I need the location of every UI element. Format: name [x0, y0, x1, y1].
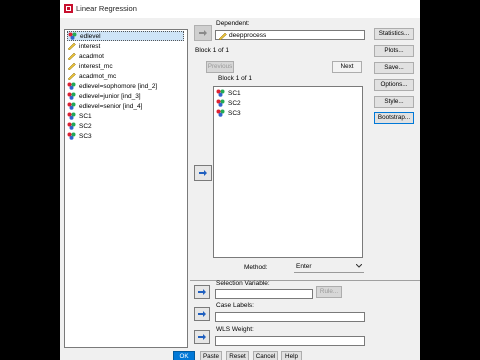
list-item[interactable]: SC3: [216, 108, 296, 118]
list-item-label: edlevel=senior [ind_4]: [79, 102, 143, 110]
list-item[interactable]: edlevel=senior [ind_4]: [67, 101, 184, 111]
scale-icon: [67, 42, 76, 50]
list-item[interactable]: interest: [67, 41, 184, 51]
reset-button[interactable]: Reset: [226, 351, 249, 360]
list-item-label: SC3: [79, 132, 92, 140]
right-arrow-icon: [199, 170, 207, 176]
independent-variables-list[interactable]: SC1 SC2 SC3: [213, 86, 363, 258]
move-to-case-labels-button[interactable]: [194, 307, 210, 321]
scale-icon: [67, 62, 76, 70]
list-item[interactable]: acadmot: [67, 51, 184, 61]
nominal-icon: [67, 112, 76, 120]
list-item-label: SC3: [228, 109, 241, 117]
list-item[interactable]: edlevel=sophomore [ind_2]: [67, 81, 184, 91]
list-item[interactable]: SC2: [67, 121, 184, 131]
scale-icon: [218, 32, 227, 40]
method-select[interactable]: Enter: [294, 261, 364, 273]
bootstrap-button[interactable]: Bootstrap...: [374, 112, 414, 124]
selection-variable-field[interactable]: [215, 289, 313, 299]
case-labels-field[interactable]: [215, 312, 365, 322]
scale-icon: [67, 72, 76, 80]
nominal-icon: [68, 32, 77, 40]
next-button[interactable]: Next: [332, 61, 362, 73]
ok-button[interactable]: OK: [173, 351, 195, 360]
nominal-icon: [67, 82, 76, 90]
move-to-dependent-button[interactable]: [194, 25, 212, 41]
nominal-icon: [67, 132, 76, 140]
method-value: Enter: [296, 263, 312, 270]
list-item[interactable]: interest_mc: [67, 61, 184, 71]
statistics-button[interactable]: Statistics...: [374, 28, 414, 40]
block-header: Block 1 of 1: [195, 47, 229, 54]
list-item-label: edlevel: [80, 32, 101, 40]
right-arrow-icon: [198, 334, 206, 340]
nominal-icon: [67, 122, 76, 130]
list-item[interactable]: SC1: [67, 111, 184, 121]
style-button[interactable]: Style...: [374, 96, 414, 108]
rule-button[interactable]: Rule...: [316, 286, 342, 298]
window-title: Linear Regression: [76, 4, 137, 13]
list-item-label: SC1: [228, 89, 241, 97]
nominal-icon: [216, 99, 225, 107]
list-item[interactable]: edlevel=junior [ind_3]: [67, 91, 184, 101]
block-inner-label: Block 1 of 1: [218, 75, 252, 82]
spss-app-icon: [64, 4, 73, 13]
title-bar: Linear Regression: [60, 0, 420, 18]
options-button[interactable]: Options...: [374, 79, 414, 91]
scale-icon: [67, 52, 76, 60]
save-button[interactable]: Save...: [374, 62, 414, 74]
list-item-label: edlevel=junior [ind_3]: [79, 92, 141, 100]
nominal-icon: [216, 89, 225, 97]
cancel-button[interactable]: Cancel: [253, 351, 278, 360]
list-item-label: acadmot: [79, 52, 104, 60]
list-item-label: interest: [79, 42, 101, 50]
list-item[interactable]: acadmot_mc: [67, 71, 184, 81]
nominal-icon: [216, 109, 225, 117]
move-to-independent-button[interactable]: [194, 165, 212, 181]
dependent-value: deepprocess: [229, 32, 267, 39]
right-arrow-icon: [199, 30, 207, 36]
list-item[interactable]: SC3: [67, 131, 184, 141]
paste-button[interactable]: Paste: [200, 351, 222, 360]
move-to-selection-button[interactable]: [194, 285, 210, 299]
variable-list[interactable]: edlevel interest acadmot interest_mc aca…: [64, 29, 188, 348]
previous-button[interactable]: Previous: [206, 61, 234, 73]
nominal-icon: [67, 102, 76, 110]
list-item-label: acadmot_mc: [79, 72, 117, 80]
list-item[interactable]: SC1: [216, 88, 296, 98]
method-label: Method:: [244, 264, 268, 271]
nominal-icon: [67, 92, 76, 100]
list-item-label: SC2: [228, 99, 241, 107]
plots-button[interactable]: Plots...: [374, 45, 414, 57]
dependent-label: Dependent:: [216, 20, 250, 27]
case-labels-label: Case Labels:: [216, 302, 254, 309]
list-item[interactable]: edlevel: [67, 31, 184, 41]
right-arrow-icon: [198, 289, 206, 295]
right-arrow-icon: [198, 311, 206, 317]
linear-regression-dialog: Linear Regression edlevel interest acadm…: [60, 0, 420, 360]
wls-weight-field[interactable]: [215, 336, 365, 346]
list-item-label: edlevel=sophomore [ind_2]: [79, 82, 158, 90]
help-button[interactable]: Help: [281, 351, 302, 360]
move-to-wls-weight-button[interactable]: [194, 330, 210, 344]
list-item-label: interest_mc: [79, 62, 113, 70]
wls-weight-label: WLS Weight:: [216, 326, 254, 333]
selection-variable-label: Selection Variable:: [216, 280, 270, 287]
chevron-down-icon: [356, 264, 362, 268]
list-item-label: SC1: [79, 112, 92, 120]
list-item-label: SC2: [79, 122, 92, 130]
list-item[interactable]: SC2: [216, 98, 296, 108]
dependent-field[interactable]: deepprocess: [215, 30, 365, 40]
